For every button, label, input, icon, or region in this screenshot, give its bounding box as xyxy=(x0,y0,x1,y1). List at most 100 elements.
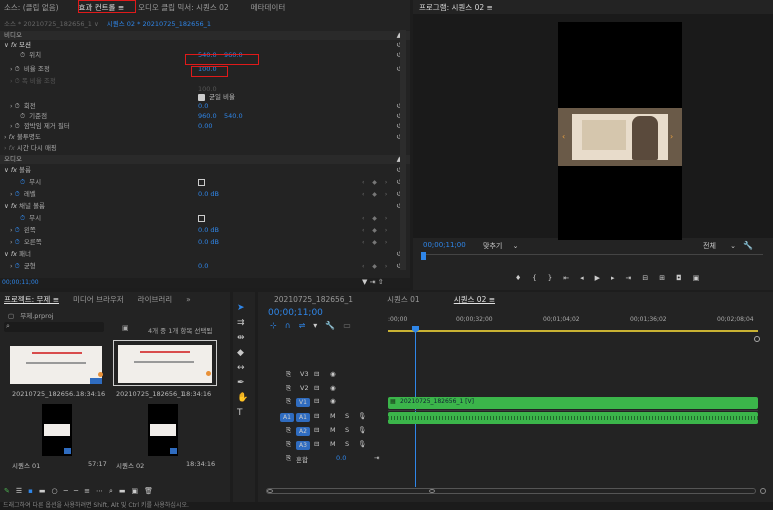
opacity-row[interactable]: › fx 불투명도 ↺ xyxy=(0,133,410,142)
vertical-zoom-handle[interactable] xyxy=(760,488,766,494)
trash-icon[interactable]: 🗑 xyxy=(144,487,159,495)
snap-icon[interactable]: ∩ xyxy=(285,321,299,330)
fit-select[interactable]: 맞추기 ⌄ xyxy=(483,241,518,251)
bypass2-checkbox[interactable] xyxy=(198,215,205,222)
track-name[interactable]: A2 xyxy=(296,427,310,436)
timeline-settings-icon[interactable]: 🔧 xyxy=(325,321,343,330)
sequence-thumbnail[interactable] xyxy=(148,404,178,456)
program-viewer[interactable]: ‹ › xyxy=(413,14,773,240)
anchor-x-value[interactable]: 960.0 xyxy=(198,112,217,121)
program-timecode[interactable]: 00;00;11;00 xyxy=(423,241,466,249)
work-area-bar[interactable] xyxy=(388,330,758,332)
add-marker-icon[interactable]: ▾ xyxy=(313,321,325,330)
stopwatch-icon[interactable]: ⏱ xyxy=(15,122,20,130)
type-tool-icon[interactable]: T xyxy=(237,409,243,418)
project-search-input[interactable]: ⌕ xyxy=(4,322,104,332)
tab-media-browser[interactable]: 미디어 브라우저 xyxy=(73,294,124,305)
program-scrub-bar[interactable] xyxy=(423,254,763,255)
new-bin-icon[interactable]: ▬ xyxy=(119,487,132,495)
compare-icon[interactable]: ▣ xyxy=(693,274,711,282)
automate-icon[interactable]: ⋯ xyxy=(96,487,109,495)
panner-row[interactable]: ∨ fx 패너 ↺ xyxy=(0,250,410,259)
track-target-icon[interactable]: ⎘ xyxy=(286,397,291,406)
volume-row[interactable]: ∨ fx 볼륨 ↺ xyxy=(0,166,410,175)
track-name[interactable]: A3 xyxy=(296,441,310,450)
new-bin-icon[interactable]: ▣ xyxy=(122,324,129,332)
track-target-icon[interactable]: ⎘ xyxy=(286,384,291,393)
flicker-value[interactable]: 0.00 xyxy=(198,122,212,131)
keyframe-nav-icon[interactable]: ‹ ◆ › xyxy=(362,178,390,187)
hand-icon[interactable]: ✋ xyxy=(237,394,248,403)
project-item[interactable] xyxy=(6,340,106,386)
source-patch-a1[interactable]: A1 xyxy=(280,413,294,422)
time-ruler[interactable]: :00;00 00;00;32;00 00;01;04;02 00;01;36;… xyxy=(388,316,758,328)
timeline-h-scrollbar[interactable] xyxy=(266,488,756,494)
level-value[interactable]: 0.0 dB xyxy=(198,190,219,199)
sync-lock-icon[interactable]: ⊟ xyxy=(314,440,319,448)
zoom-slider[interactable]: ○── xyxy=(52,487,85,495)
track-target-icon[interactable]: ⎘ xyxy=(286,440,291,449)
stopwatch-icon[interactable]: ⏱ xyxy=(20,51,25,59)
tab-project[interactable]: 프로젝트: 무제 ≡ xyxy=(4,294,59,305)
track-select-icon[interactable]: ⇉ xyxy=(237,319,245,328)
keyframe-nav-icon[interactable]: ‹ ◆ › xyxy=(362,214,390,223)
keyframe-nav-icon[interactable]: ‹ ◆ › xyxy=(362,226,390,235)
stopwatch-icon[interactable]: ⏱ xyxy=(20,214,25,222)
mic-icon[interactable]: 🎙 xyxy=(358,412,366,420)
mute-button[interactable]: M xyxy=(330,426,336,434)
lift-icon[interactable]: ⊟ xyxy=(642,274,659,282)
left-value[interactable]: 0.0 dB xyxy=(198,226,219,235)
scroll-handle[interactable] xyxy=(754,336,760,342)
channel-volume-row[interactable]: ∨ fx 채널 볼륨 ↺ xyxy=(0,202,410,211)
freeform-view-icon[interactable]: ▬ xyxy=(39,487,52,495)
sync-lock-icon[interactable]: ⊟ xyxy=(314,397,319,405)
breadcrumb-clip[interactable]: 시퀀스 02 * 20210725_182656_1 xyxy=(107,20,211,28)
stopwatch-icon[interactable]: ⏱ xyxy=(15,262,20,270)
find-icon[interactable]: ⌕ xyxy=(109,487,119,495)
linked-selection-icon[interactable]: ⇌ xyxy=(299,321,314,330)
step-forward-icon[interactable]: ▸ xyxy=(611,274,626,282)
master-value[interactable]: 0.0 xyxy=(336,454,346,462)
keyframe-nav-icon[interactable]: ‹ ◆ › xyxy=(362,238,390,247)
stopwatch-icon[interactable]: ⏱ xyxy=(20,178,25,186)
mute-button[interactable]: M xyxy=(330,412,336,420)
right-value[interactable]: 0.0 dB xyxy=(198,238,219,247)
mute-button[interactable]: M xyxy=(330,440,336,448)
tab-sequence-02[interactable]: 시퀀스 02 ≡ xyxy=(454,294,495,305)
eye-icon[interactable]: ◉ xyxy=(330,370,336,378)
tab-metadata[interactable]: 메타데이터 xyxy=(251,2,286,13)
play-icon[interactable]: ▶ xyxy=(595,274,611,282)
stopwatch-icon[interactable]: ⏱ xyxy=(15,102,20,110)
more-panels-icon[interactable]: » xyxy=(186,295,191,304)
keyframe-nav-icon[interactable]: ‹ ◆ › xyxy=(362,190,390,199)
pencil-icon[interactable]: ✎ xyxy=(4,487,16,495)
sync-lock-icon[interactable]: ⊟ xyxy=(314,370,319,378)
selection-tool-icon[interactable]: ➤ xyxy=(237,304,245,313)
eye-icon[interactable]: ◉ xyxy=(330,397,336,405)
scroll-handle-right[interactable] xyxy=(429,489,435,493)
breadcrumb-source[interactable]: 소스 * 20210725_182656_1 ∨ xyxy=(4,20,99,28)
mic-icon[interactable]: 🎙 xyxy=(358,440,366,448)
stopwatch-icon[interactable]: ⏱ xyxy=(15,190,20,198)
stopwatch-icon[interactable]: ⏱ xyxy=(15,65,20,73)
rotation-value[interactable]: 0.0 xyxy=(198,102,208,111)
timeline-timecode[interactable]: 00;00;11;00 xyxy=(268,308,323,318)
sync-lock-icon[interactable]: ⊟ xyxy=(314,412,319,420)
solo-button[interactable]: S xyxy=(345,412,349,420)
program-playhead[interactable] xyxy=(421,252,426,260)
keyframe-nav-icon[interactable]: ‹ ◆ › xyxy=(362,262,390,271)
ripple-edit-icon[interactable]: ⇹ xyxy=(237,334,245,343)
uniform-scale-checkbox[interactable] xyxy=(198,94,205,101)
track-target-icon[interactable]: ⎘ xyxy=(286,454,291,463)
effect-scrollbar[interactable] xyxy=(400,30,406,270)
track-target-icon[interactable]: ⎘ xyxy=(286,426,291,435)
mic-icon[interactable]: 🎙 xyxy=(358,426,366,434)
eye-icon[interactable]: ◉ xyxy=(330,384,336,392)
new-item-icon[interactable]: ▣ xyxy=(132,487,145,495)
master-meter-icon[interactable]: ⇥ xyxy=(374,454,379,462)
stopwatch-icon[interactable]: ⏱ xyxy=(15,226,20,234)
out-point-icon[interactable]: } xyxy=(548,274,563,282)
sync-lock-icon[interactable]: ⊟ xyxy=(314,426,319,434)
stopwatch-icon[interactable]: ⏱ xyxy=(15,238,20,246)
extract-icon[interactable]: ⊞ xyxy=(659,274,676,282)
